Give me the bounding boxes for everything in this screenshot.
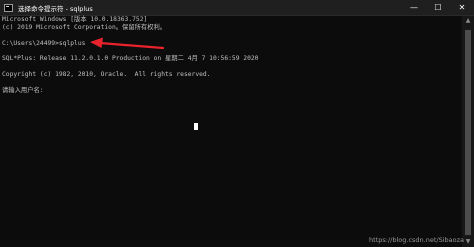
scroll-up-arrow-icon[interactable]: ▲ bbox=[462, 16, 474, 26]
window-title: 选择命令提示符 - sqlplus bbox=[18, 4, 93, 13]
console-line: SQL*Plus: Release 11.2.0.1.0 Production … bbox=[2, 55, 259, 63]
window-controls: — ☐ ✕ bbox=[402, 0, 474, 15]
console-line: Microsoft Windows [版本 10.0.18363.752] bbox=[2, 16, 148, 23]
minimize-button[interactable]: — bbox=[402, 0, 426, 15]
console-line: 请输入用户名: bbox=[2, 87, 44, 95]
command-prompt-window: 选择命令提示符 - sqlplus — ☐ ✕ Microsoft Window… bbox=[0, 0, 474, 247]
close-button[interactable]: ✕ bbox=[450, 0, 474, 15]
vertical-scrollbar[interactable]: ▲ ▼ bbox=[462, 16, 474, 247]
title-bar[interactable]: 选择命令提示符 - sqlplus — ☐ ✕ bbox=[0, 0, 474, 16]
console-line: C:\Users\24499>sqlplus bbox=[2, 39, 86, 47]
scrollbar-thumb[interactable] bbox=[465, 30, 471, 235]
watermark-text: https://blog.csdn.net/Sibaoza bbox=[369, 236, 464, 244]
console-app-icon bbox=[4, 3, 13, 12]
console-line: Copyright (c) 1982, 2010, Oracle. All ri… bbox=[2, 71, 211, 79]
maximize-button[interactable]: ☐ bbox=[426, 0, 450, 15]
text-cursor bbox=[194, 123, 198, 130]
console-output[interactable]: Microsoft Windows [版本 10.0.18363.752] (c… bbox=[2, 16, 460, 245]
console-line: (c) 2019 Microsoft Corporation。保留所有权利。 bbox=[2, 23, 167, 31]
